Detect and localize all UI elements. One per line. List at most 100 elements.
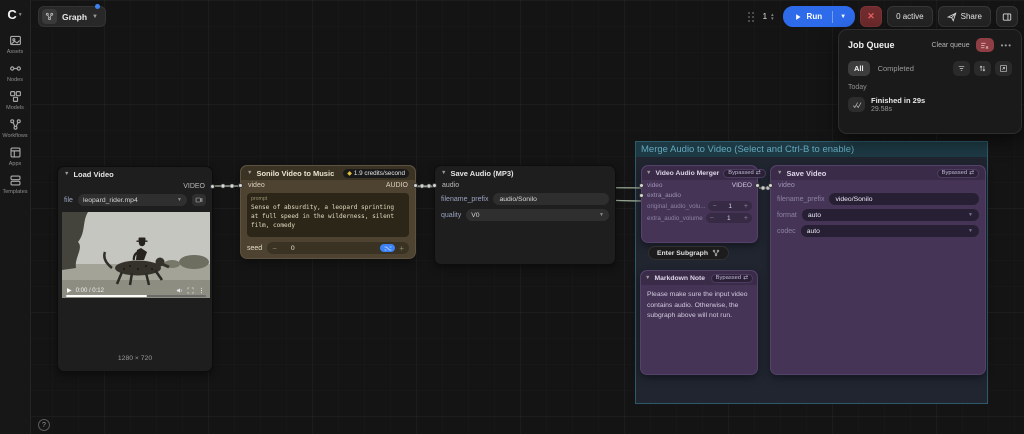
value-stepper[interactable]: − 1 + — [708, 201, 752, 211]
node-header[interactable]: ▼ Save Audio (MP3) — [435, 166, 615, 180]
kebab-menu-icon[interactable] — [198, 287, 205, 294]
chevron-down-icon: ▼ — [599, 212, 604, 218]
filename-prefix-input[interactable]: audio/Sonilo — [493, 193, 609, 205]
bypass-icon: ⇄ — [969, 170, 974, 176]
tab-completed[interactable]: Completed — [878, 64, 949, 73]
clear-queue-button[interactable]: Clear queue — [931, 42, 969, 49]
drag-handle-icon[interactable] — [747, 11, 754, 22]
node-load-video[interactable]: ▼ Load Video VIDEO file leopard_rider.mp… — [57, 166, 215, 372]
graph-canvas[interactable]: C ▼ Assets Nodes Models Workflows Apps T… — [0, 0, 1024, 434]
output-dot[interactable] — [755, 182, 760, 188]
input-slot-label: extra_audio — [647, 191, 681, 199]
filename-prefix-input[interactable]: video/Sonilo — [829, 193, 979, 205]
active-jobs-button[interactable]: 0 active — [887, 6, 933, 27]
tab-all[interactable]: All — [848, 61, 870, 76]
node-header[interactable]: ▼ Load Video — [58, 167, 212, 181]
run-options-chevron-icon[interactable]: ▼ — [840, 14, 852, 20]
help-button[interactable]: ? — [38, 419, 50, 431]
enter-subgraph-button[interactable]: Enter Subgraph — [648, 246, 729, 260]
progress-bar[interactable] — [66, 295, 206, 297]
increment-icon[interactable]: + — [744, 215, 748, 222]
node-header[interactable]: ▼ Video Audio Merger Bypassed ⇄ — [642, 166, 766, 180]
run-button[interactable]: Run ▼ — [782, 6, 856, 27]
node-save-video[interactable]: ▼ Save Video Bypassed ⇄ video filename_p… — [768, 165, 986, 375]
collapse-chevron-icon[interactable]: ▼ — [441, 170, 446, 176]
input-dot[interactable] — [238, 183, 243, 188]
output-dot[interactable] — [210, 184, 215, 189]
increment-icon[interactable]: + — [399, 244, 404, 253]
codec-combo[interactable]: auto ▼ — [800, 225, 979, 237]
collapse-chevron-icon[interactable]: ▼ — [777, 170, 782, 176]
node-header[interactable]: ▼ Save Video Bypassed ⇄ — [771, 166, 985, 180]
open-panel-icon — [1000, 65, 1007, 72]
node-title: Save Audio (MP3) — [450, 168, 514, 178]
group-title[interactable]: Merge Audio to Video (Select and Ctrl-B … — [636, 142, 987, 157]
node-save-audio-mp3[interactable]: ▼ Save Audio (MP3) audio filename_prefix… — [432, 165, 616, 265]
sidebar-item-templates[interactable]: Templates — [0, 174, 30, 195]
input-dot[interactable] — [639, 182, 644, 188]
quality-widget: quality V0 ▼ — [435, 207, 615, 223]
quality-combo[interactable]: V0 ▼ — [466, 209, 609, 221]
sidebar-item-nodes[interactable]: Nodes — [0, 62, 30, 83]
output-dot[interactable] — [413, 183, 418, 188]
video-preview[interactable]: ▶ 0:00 / 0:12 — [62, 212, 210, 298]
node-video-audio-merger[interactable]: ▼ Video Audio Merger Bypassed ⇄ video VI… — [639, 165, 766, 243]
collapse-chevron-icon[interactable]: ▼ — [247, 170, 252, 176]
file-widget: file leopard_rider.mp4 ▼ — [58, 192, 212, 208]
increment-icon[interactable]: + — [744, 203, 748, 210]
share-button[interactable]: Share — [937, 6, 991, 27]
close-icon: ✕ — [867, 11, 875, 21]
nodes-icon — [9, 66, 21, 71]
shuffle-icon — [384, 246, 392, 250]
run-toolbar: 1 ▲ ▼ Run ▼ ✕ 0 active Share — [747, 6, 1018, 27]
bypassed-label: Bypassed — [941, 170, 968, 176]
quality-value: V0 — [471, 211, 480, 219]
input-dot[interactable] — [768, 183, 773, 188]
collapse-chevron-icon[interactable]: ▼ — [64, 171, 69, 177]
workflow-tab-graph[interactable]: Graph ▼ — [38, 6, 106, 27]
collapse-chevron-icon[interactable]: ▼ — [645, 275, 650, 281]
chevron-down-icon: ▼ — [17, 11, 23, 18]
sidebar-item-models[interactable]: Models — [0, 90, 30, 111]
file-combo[interactable]: leopard_rider.mp4 ▼ — [77, 194, 187, 206]
sidebar-item-assets[interactable]: Assets — [0, 34, 30, 55]
format-combo[interactable]: auto ▼ — [801, 209, 979, 221]
input-dot[interactable] — [432, 183, 437, 188]
volume-icon[interactable] — [176, 287, 183, 294]
queue-item[interactable]: Finished in 29s 29.58s — [848, 96, 1012, 113]
sort-button[interactable] — [974, 61, 991, 76]
filename-prefix-value: video/Sonilo — [835, 195, 873, 203]
sidebar-item-apps[interactable]: Apps — [0, 146, 30, 167]
queue-item-duration: 29.58s — [871, 106, 893, 114]
workflows-icon — [9, 119, 21, 130]
node-sonilo-video-to-music[interactable]: ▼ Sonilo Video to Music ◆ 1.9 credits/se… — [238, 165, 418, 259]
seed-stepper[interactable]: − 0 + — [267, 242, 409, 254]
play-icon — [795, 13, 801, 20]
node-markdown-note[interactable]: ▼ Markdown Note Bypassed ⇄ Please make s… — [640, 270, 758, 375]
randomize-seed-button[interactable] — [380, 244, 396, 252]
cancel-button[interactable]: ✕ — [860, 6, 883, 27]
expand-panel-button[interactable] — [995, 61, 1012, 76]
fullscreen-icon[interactable] — [187, 287, 194, 294]
node-header[interactable]: ▼ Sonilo Video to Music ◆ 1.9 credits/se… — [241, 166, 415, 180]
toggle-panel-button[interactable] — [996, 6, 1018, 27]
upload-video-button[interactable] — [192, 194, 206, 206]
clear-queue-confirm-button[interactable] — [975, 38, 994, 52]
input-slot-label: audio — [442, 182, 460, 189]
more-options-icon[interactable]: ••• — [1001, 41, 1012, 50]
input-dot[interactable] — [639, 192, 644, 198]
filter-button[interactable] — [953, 61, 970, 76]
output-slot-video: VIDEO — [58, 181, 215, 192]
sidebar-item-workflows[interactable]: Workflows — [0, 118, 30, 139]
input-slot-label: video — [647, 181, 663, 189]
comfy-logo[interactable]: C ▼ — [7, 7, 22, 22]
node-header[interactable]: ▼ Markdown Note Bypassed ⇄ — [641, 271, 757, 285]
value-stepper[interactable]: − 1 + — [705, 213, 752, 223]
stepper-arrows-icon[interactable]: ▲ ▼ — [770, 12, 774, 21]
job-queue-title: Job Queue — [848, 40, 895, 50]
prompt-textarea[interactable]: prompt Sense of absurdity, a leopard spr… — [247, 193, 409, 237]
play-icon[interactable]: ▶ — [67, 287, 72, 294]
batch-count-stepper[interactable]: 1 ▲ ▼ — [760, 12, 778, 21]
collapse-chevron-icon[interactable]: ▼ — [646, 170, 651, 176]
input-slot-extra-audio: extra_audio — [639, 190, 757, 200]
